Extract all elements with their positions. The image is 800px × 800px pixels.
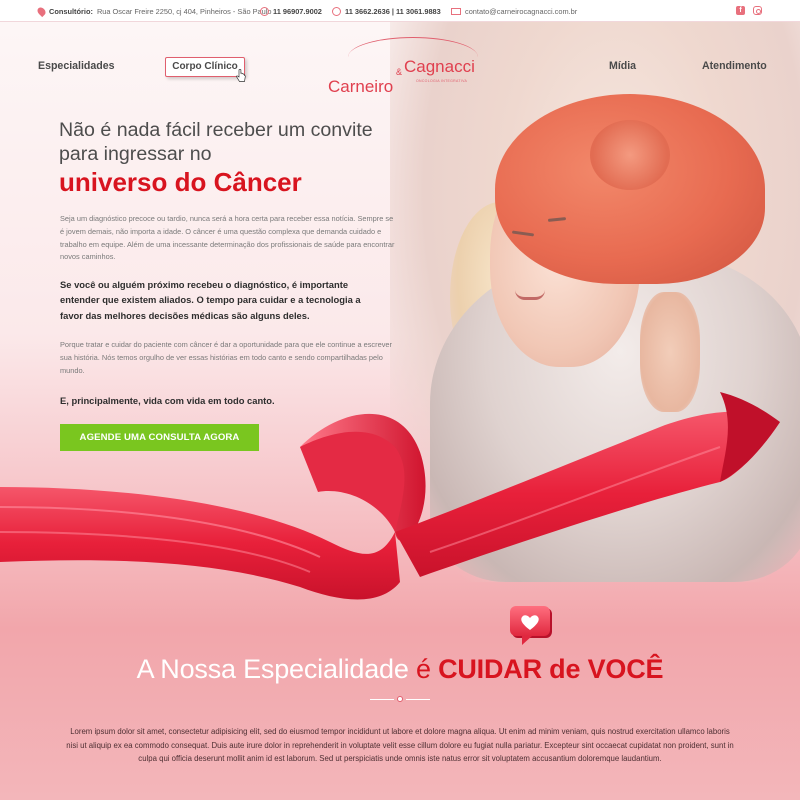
logo-tagline: ONCOLOGIA INTEGRATIVA — [416, 79, 468, 83]
logo-ampersand: & — [396, 67, 403, 77]
hero-headline-highlight: universo do Câncer — [59, 167, 302, 197]
hand-cursor-icon — [236, 69, 246, 82]
hero-headline: Não é nada fácil receber um convite para… — [59, 119, 373, 165]
specialty-heading: A Nossa Especialidade é CUIDAR de VOCÊ — [0, 654, 800, 685]
specialty-heading-part2: é — [415, 654, 439, 684]
divider-dot — [397, 696, 403, 702]
whatsapp-icon — [260, 6, 269, 16]
schedule-consultation-button[interactable]: AGENDE UMA CONSULTA AGORA — [60, 424, 259, 451]
facebook-icon[interactable]: f — [736, 6, 745, 15]
address-item: Consultório: Rua Oscar Freire 2250, cj 4… — [35, 0, 272, 22]
top-info-bar: Consultório: Rua Oscar Freire 2250, cj 4… — [0, 0, 800, 22]
mail-icon — [451, 7, 461, 15]
address-text: Rua Oscar Freire 2250, cj 404, Pinheiros… — [96, 6, 272, 16]
location-pin-icon — [35, 5, 48, 17]
phone-item[interactable]: 11 3662.2636 | 11 3061.9883 — [332, 0, 441, 22]
address-label: Consultório: — [49, 6, 93, 16]
brand-logo[interactable]: Carneiro & Cagnacci ONCOLOGIA INTEGRATIV… — [326, 37, 486, 99]
hero-paragraph-3: Porque tratar e cuidar do paciente com c… — [60, 340, 392, 375]
nav-midia[interactable]: Mídia — [609, 60, 636, 72]
section-divider — [370, 696, 430, 702]
nav-especialidades[interactable]: Especialidades — [38, 60, 115, 72]
nav-atendimento[interactable]: Atendimento — [702, 60, 767, 72]
heart-chat-icon — [510, 606, 552, 645]
email-address[interactable]: contato@carneirocagnacci.com.br — [465, 7, 577, 16]
specialty-description: Lorem ipsum dolor sit amet, consectetur … — [66, 727, 734, 764]
specialty-heading-part3: CUIDAR de VOCÊ — [438, 654, 664, 684]
whatsapp-number[interactable]: 11 96907.9002 — [273, 7, 322, 16]
whatsapp-item[interactable]: 11 96907.9002 — [260, 0, 322, 22]
logo-name-b: Cagnacci — [404, 57, 475, 76]
specialty-heading-part1: A Nossa Especialidade — [136, 654, 416, 684]
nav-corpo-clinico[interactable]: Corpo Clínico — [165, 57, 245, 77]
instagram-icon[interactable] — [753, 6, 762, 15]
hero-photo-headscarf-knot — [590, 120, 670, 190]
hero-section: Especialidades Corpo Clínico Mídia Atend… — [0, 22, 800, 800]
hero-paragraph-4: E, principalmente, vida com vida em todo… — [60, 395, 275, 406]
hero-paragraph-2: Se você ou alguém próximo recebeu o diag… — [60, 279, 361, 321]
phone-icon — [332, 6, 341, 16]
email-item[interactable]: contato@carneirocagnacci.com.br — [451, 0, 577, 22]
logo-name-a: Carneiro — [328, 77, 394, 96]
phone-numbers[interactable]: 11 3662.2636 | 11 3061.9883 — [345, 7, 441, 16]
hero-paragraph-1: Seja um diagnóstico precoce ou tardio, n… — [60, 214, 395, 262]
